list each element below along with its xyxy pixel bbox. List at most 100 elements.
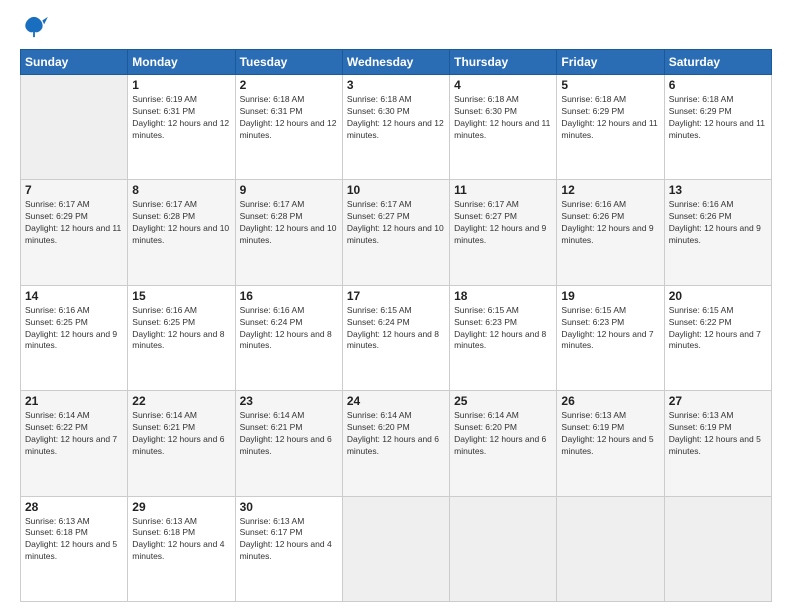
weekday-header-monday: Monday <box>128 50 235 75</box>
day-number: 6 <box>669 78 767 92</box>
calendar-cell <box>450 496 557 601</box>
day-number: 19 <box>561 289 659 303</box>
day-info: Sunrise: 6:15 AMSunset: 6:23 PMDaylight:… <box>454 305 552 353</box>
calendar-cell: 8Sunrise: 6:17 AMSunset: 6:28 PMDaylight… <box>128 180 235 285</box>
day-number: 14 <box>25 289 123 303</box>
calendar-cell <box>21 75 128 180</box>
day-number: 21 <box>25 394 123 408</box>
day-info: Sunrise: 6:18 AMSunset: 6:29 PMDaylight:… <box>669 94 767 142</box>
day-number: 2 <box>240 78 338 92</box>
calendar-cell: 2 Sunrise: 6:18 AMSunset: 6:31 PMDaylight… <box>235 75 342 180</box>
day-info: Sunrise: 6:13 AMSunset: 6:18 PMDaylight:… <box>132 516 230 564</box>
day-number: 26 <box>561 394 659 408</box>
calendar-week-row: 21 Sunrise: 6:14 AMSunset: 6:22 PMDayligh… <box>21 391 772 496</box>
calendar-cell: 25 Sunrise: 6:14 AMSunset: 6:20 PMDayligh… <box>450 391 557 496</box>
calendar-cell: 29 Sunrise: 6:13 AMSunset: 6:18 PMDayligh… <box>128 496 235 601</box>
calendar-cell: 20 Sunrise: 6:15 AMSunset: 6:22 PMDayligh… <box>664 285 771 390</box>
calendar-cell <box>557 496 664 601</box>
calendar-cell: 26 Sunrise: 6:13 AMSunset: 6:19 PMDayligh… <box>557 391 664 496</box>
day-number: 18 <box>454 289 552 303</box>
calendar-cell: 30 Sunrise: 6:13 AMSunset: 6:17 PMDayligh… <box>235 496 342 601</box>
day-number: 29 <box>132 500 230 514</box>
calendar-cell: 18 Sunrise: 6:15 AMSunset: 6:23 PMDayligh… <box>450 285 557 390</box>
day-info: Sunrise: 6:16 AMSunset: 6:26 PMDaylight:… <box>561 199 659 247</box>
day-info: Sunrise: 6:14 AMSunset: 6:20 PMDaylight:… <box>454 410 552 458</box>
day-info: Sunrise: 6:15 AMSunset: 6:22 PMDaylight:… <box>669 305 767 353</box>
day-info: Sunrise: 6:13 AMSunset: 6:19 PMDaylight:… <box>669 410 767 458</box>
day-number: 28 <box>25 500 123 514</box>
day-number: 16 <box>240 289 338 303</box>
calendar-week-row: 7 Sunrise: 6:17 AMSunset: 6:29 PMDaylight… <box>21 180 772 285</box>
day-number: 11 <box>454 183 552 197</box>
calendar-cell <box>664 496 771 601</box>
calendar-cell: 15 Sunrise: 6:16 AMSunset: 6:25 PMDayligh… <box>128 285 235 390</box>
calendar-header-row: SundayMondayTuesdayWednesdayThursdayFrid… <box>21 50 772 75</box>
day-info: Sunrise: 6:14 AMSunset: 6:20 PMDaylight:… <box>347 410 445 458</box>
weekday-header-thursday: Thursday <box>450 50 557 75</box>
calendar-cell: 5 Sunrise: 6:18 AMSunset: 6:29 PMDaylight… <box>557 75 664 180</box>
day-info: Sunrise: 6:17 AMSunset: 6:27 PMDaylight:… <box>347 199 445 247</box>
day-info: Sunrise: 6:16 AMSunset: 6:24 PMDaylight:… <box>240 305 338 353</box>
calendar-week-row: 1Sunrise: 6:19 AMSunset: 6:31 PMDaylight… <box>21 75 772 180</box>
day-info: Sunrise: 6:13 AMSunset: 6:18 PMDaylight:… <box>25 516 123 564</box>
day-info: Sunrise: 6:16 AMSunset: 6:26 PMDaylight:… <box>669 199 767 247</box>
day-number: 27 <box>669 394 767 408</box>
calendar-cell: 4 Sunrise: 6:18 AMSunset: 6:30 PMDaylight… <box>450 75 557 180</box>
weekday-header-saturday: Saturday <box>664 50 771 75</box>
day-info: Sunrise: 6:17 AMSunset: 6:28 PMDaylight:… <box>240 199 338 247</box>
day-info: Sunrise: 6:16 AMSunset: 6:25 PMDaylight:… <box>132 305 230 353</box>
day-number: 5 <box>561 78 659 92</box>
day-number: 12 <box>561 183 659 197</box>
day-number: 10 <box>347 183 445 197</box>
day-number: 22 <box>132 394 230 408</box>
day-info: Sunrise: 6:13 AMSunset: 6:17 PMDaylight:… <box>240 516 338 564</box>
calendar-cell: 17 Sunrise: 6:15 AMSunset: 6:24 PMDayligh… <box>342 285 449 390</box>
calendar-week-row: 28 Sunrise: 6:13 AMSunset: 6:18 PMDayligh… <box>21 496 772 601</box>
day-number: 17 <box>347 289 445 303</box>
day-info: Sunrise: 6:18 AMSunset: 6:30 PMDaylight:… <box>347 94 445 142</box>
page: SundayMondayTuesdayWednesdayThursdayFrid… <box>0 0 792 612</box>
calendar-cell <box>342 496 449 601</box>
day-number: 25 <box>454 394 552 408</box>
day-info: Sunrise: 6:14 AMSunset: 6:22 PMDaylight:… <box>25 410 123 458</box>
calendar-cell: 22Sunrise: 6:14 AMSunset: 6:21 PMDayligh… <box>128 391 235 496</box>
day-number: 9 <box>240 183 338 197</box>
day-number: 3 <box>347 78 445 92</box>
calendar-week-row: 14 Sunrise: 6:16 AMSunset: 6:25 PMDayligh… <box>21 285 772 390</box>
calendar-cell: 6 Sunrise: 6:18 AMSunset: 6:29 PMDaylight… <box>664 75 771 180</box>
day-number: 4 <box>454 78 552 92</box>
day-info: Sunrise: 6:14 AMSunset: 6:21 PMDaylight:… <box>240 410 338 458</box>
day-info: Sunrise: 6:17 AMSunset: 6:29 PMDaylight:… <box>25 199 123 247</box>
day-number: 7 <box>25 183 123 197</box>
day-info: Sunrise: 6:15 AMSunset: 6:23 PMDaylight:… <box>561 305 659 353</box>
weekday-header-tuesday: Tuesday <box>235 50 342 75</box>
logo-icon <box>20 15 48 39</box>
calendar-cell: 3 Sunrise: 6:18 AMSunset: 6:30 PMDaylight… <box>342 75 449 180</box>
weekday-header-sunday: Sunday <box>21 50 128 75</box>
day-number: 13 <box>669 183 767 197</box>
day-number: 23 <box>240 394 338 408</box>
day-info: Sunrise: 6:13 AMSunset: 6:19 PMDaylight:… <box>561 410 659 458</box>
calendar-cell: 13 Sunrise: 6:16 AMSunset: 6:26 PMDayligh… <box>664 180 771 285</box>
day-number: 30 <box>240 500 338 514</box>
calendar-cell: 21 Sunrise: 6:14 AMSunset: 6:22 PMDayligh… <box>21 391 128 496</box>
calendar-cell: 12 Sunrise: 6:16 AMSunset: 6:26 PMDayligh… <box>557 180 664 285</box>
logo <box>20 15 50 39</box>
calendar-cell: 1Sunrise: 6:19 AMSunset: 6:31 PMDaylight… <box>128 75 235 180</box>
day-info: Sunrise: 6:17 AMSunset: 6:27 PMDaylight:… <box>454 199 552 247</box>
calendar-cell: 28 Sunrise: 6:13 AMSunset: 6:18 PMDayligh… <box>21 496 128 601</box>
calendar-cell: 11 Sunrise: 6:17 AMSunset: 6:27 PMDayligh… <box>450 180 557 285</box>
day-info: Sunrise: 6:15 AMSunset: 6:24 PMDaylight:… <box>347 305 445 353</box>
day-number: 24 <box>347 394 445 408</box>
day-info: Sunrise: 6:17 AMSunset: 6:28 PMDaylight:… <box>132 199 230 247</box>
calendar-cell: 7 Sunrise: 6:17 AMSunset: 6:29 PMDaylight… <box>21 180 128 285</box>
calendar-cell: 24 Sunrise: 6:14 AMSunset: 6:20 PMDayligh… <box>342 391 449 496</box>
day-info: Sunrise: 6:18 AMSunset: 6:29 PMDaylight:… <box>561 94 659 142</box>
day-info: Sunrise: 6:18 AMSunset: 6:31 PMDaylight:… <box>240 94 338 142</box>
day-number: 15 <box>132 289 230 303</box>
day-info: Sunrise: 6:18 AMSunset: 6:30 PMDaylight:… <box>454 94 552 142</box>
calendar-cell: 14 Sunrise: 6:16 AMSunset: 6:25 PMDayligh… <box>21 285 128 390</box>
day-info: Sunrise: 6:16 AMSunset: 6:25 PMDaylight:… <box>25 305 123 353</box>
day-number: 1 <box>132 78 230 92</box>
day-number: 20 <box>669 289 767 303</box>
